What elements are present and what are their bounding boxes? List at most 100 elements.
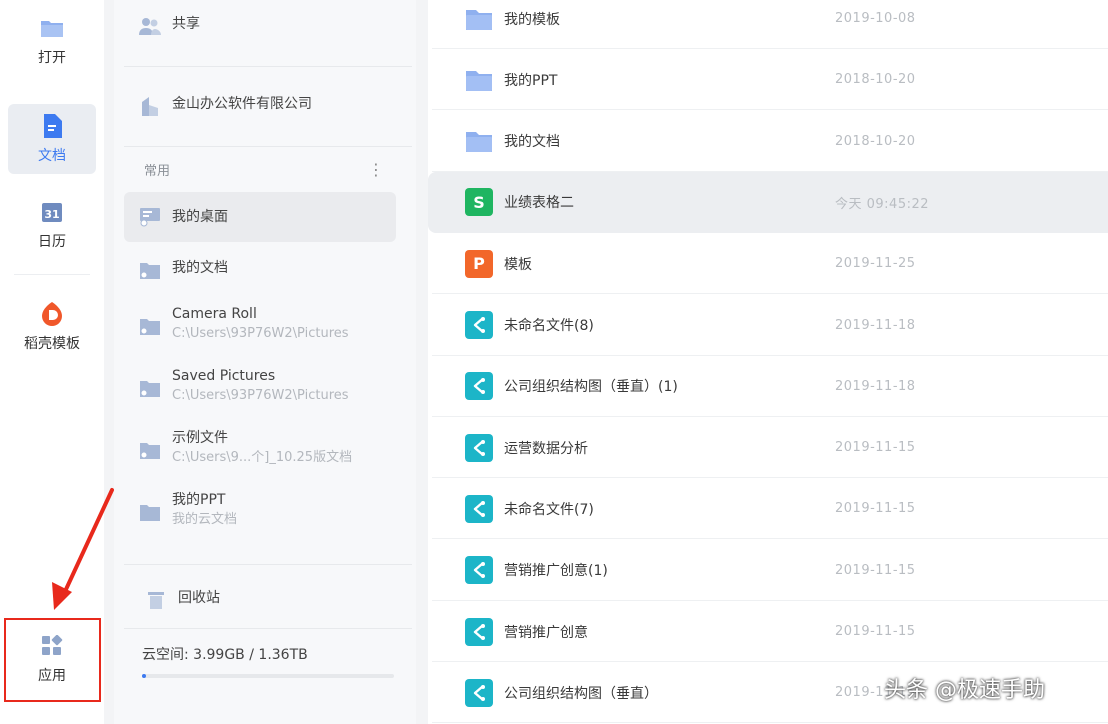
desktop-icon	[138, 205, 162, 229]
file-name: 模板	[504, 256, 532, 273]
building-icon	[138, 94, 162, 118]
file-row[interactable]: S 业绩表格二 今天 09:45:22	[428, 171, 1108, 233]
file-row[interactable]: 未命名文件(8) 2019-11-18	[428, 295, 1108, 356]
file-date: 2019-11-15	[835, 562, 916, 578]
more-options-icon[interactable]: ⋮	[368, 160, 384, 179]
file-name: 业绩表格二	[504, 195, 574, 212]
location-path: C:\Users\93P76W2\Pictures	[172, 388, 349, 403]
file-date: 2018-10-20	[835, 72, 916, 88]
watermark-text: 头条 @极速手助	[884, 678, 1045, 703]
file-date: 2019-11-15	[835, 501, 916, 517]
file-row[interactable]: 我的模板 2019-10-08	[428, 0, 1108, 49]
folder-icon	[138, 376, 162, 400]
trash-item[interactable]: 回收站	[124, 588, 396, 614]
trash-label: 回收站	[178, 590, 220, 606]
rail-label: 稻壳模板	[24, 336, 80, 352]
people-icon	[138, 14, 162, 38]
file-name: 未命名文件(7)	[504, 501, 594, 518]
annotation-arrow-icon	[52, 488, 114, 610]
file-name: 我的文档	[504, 134, 560, 151]
folder-icon	[138, 500, 162, 524]
mindmap-icon	[465, 433, 493, 462]
trash-icon	[144, 588, 168, 612]
mindmap-icon	[465, 617, 493, 646]
rail-documents[interactable]: 文档	[8, 104, 96, 174]
presentation-icon: P	[465, 249, 493, 278]
location-path: 我的云文档	[172, 512, 238, 527]
file-name: 未命名文件(8)	[504, 318, 594, 334]
rail-label: 日历	[38, 234, 66, 250]
rail-calendar[interactable]: 31 日历	[8, 190, 96, 260]
location-title: Saved Pictures	[172, 368, 276, 384]
location-item[interactable]: 我的PPT 我的云文档	[124, 490, 396, 534]
document-icon	[39, 113, 65, 139]
file-row[interactable]: P 模板 2019-11-25	[428, 233, 1108, 295]
file-row[interactable]: 我的PPT 2018-10-20	[428, 49, 1108, 111]
docer-template-icon	[39, 301, 65, 327]
location-path: C:\Users\9...个]_10.25版文档	[172, 450, 353, 465]
row-divider	[432, 722, 1108, 724]
location-title: 我的桌面	[172, 209, 228, 225]
folder-icon	[138, 438, 162, 462]
storage-usage-text: 云空间: 3.99GB / 1.36TB	[142, 647, 308, 663]
folder-icon	[138, 258, 162, 282]
location-path: C:\Users\93P76W2\Pictures	[172, 326, 349, 341]
company-item[interactable]: 金山办公软件有限公司	[124, 94, 396, 120]
location-title: 我的PPT	[172, 492, 226, 508]
file-date: 2019-11-25	[835, 256, 916, 272]
file-date: 2019-11-18	[835, 317, 916, 333]
shared-label: 共享	[172, 16, 200, 32]
section-label-frequent: 常用	[144, 164, 171, 179]
file-name: 营销推广创意	[504, 624, 588, 641]
file-date: 今天 09:45:22	[835, 196, 930, 212]
file-row[interactable]: 运营数据分析 2019-11-15	[428, 417, 1108, 479]
file-date: 2018-10-20	[835, 133, 916, 149]
location-item[interactable]: 我的文档	[124, 258, 396, 284]
panel-divider	[124, 146, 412, 147]
panel-divider	[124, 628, 412, 629]
file-name: 公司组织结构图（垂直）(1)	[504, 379, 678, 396]
storage-progress-bar	[142, 674, 394, 678]
mindmap-icon	[465, 372, 493, 401]
location-item[interactable]: Camera Roll C:\Users\93P76W2\Pictures	[124, 304, 396, 348]
folder-icon	[465, 5, 493, 33]
file-name: 我的PPT	[504, 72, 558, 89]
rail-label: 打开	[38, 50, 66, 66]
file-row[interactable]: 我的文档 2018-10-20	[428, 111, 1108, 172]
rail-label: 文档	[38, 148, 66, 164]
panel-divider	[124, 66, 412, 67]
svg-text:31: 31	[44, 208, 59, 221]
rail-docer-template[interactable]: 稻壳模板	[8, 292, 96, 362]
file-date: 2019-11-15	[835, 624, 916, 639]
folder-icon	[138, 314, 162, 338]
rail-divider	[14, 274, 90, 275]
location-panel: 共享 金山办公软件有限公司 常用 ⋮ 我的桌面 我的文档 Camera Roll…	[114, 0, 416, 724]
file-date: 2019-11-15	[835, 440, 916, 456]
calendar-icon: 31	[39, 199, 65, 225]
file-row[interactable]: 营销推广创意 2019-11-15	[428, 601, 1108, 662]
folder-icon	[39, 15, 65, 41]
file-row[interactable]: 公司组织结构图（垂直）(1) 2019-11-18	[428, 356, 1108, 417]
file-list: 我的模板 2019-10-08 我的PPT 2018-10-20 我的文档 2018-10…	[428, 0, 1108, 724]
file-row[interactable]: 营销推广创意(1) 2019-11-15	[428, 540, 1108, 601]
spreadsheet-icon: S	[465, 188, 493, 217]
shared-item[interactable]: 共享	[124, 14, 396, 40]
location-title: 示例文件	[172, 430, 228, 446]
location-item[interactable]: 示例文件 C:\Users\9...个]_10.25版文档	[124, 428, 396, 472]
storage-progress-fill	[142, 674, 146, 678]
location-item[interactable]: 我的桌面	[124, 192, 396, 242]
folder-icon	[465, 66, 493, 94]
file-date: 2019-11-18	[835, 378, 916, 394]
file-row[interactable]: 未命名文件(7) 2019-11-15	[428, 478, 1108, 540]
location-item[interactable]: Saved Pictures C:\Users\93P76W2\Pictures	[124, 366, 396, 410]
file-name: 营销推广创意(1)	[504, 563, 608, 580]
annotation-highlight-box	[4, 618, 101, 702]
panel-divider	[124, 564, 412, 565]
mindmap-icon	[465, 494, 493, 523]
rail-open[interactable]: 打开	[8, 6, 96, 76]
file-name: 运营数据分析	[504, 440, 588, 457]
mindmap-icon	[465, 311, 493, 339]
mindmap-icon	[465, 556, 493, 585]
location-title: Camera Roll	[172, 306, 257, 322]
file-date: 2019-10-08	[835, 11, 916, 26]
